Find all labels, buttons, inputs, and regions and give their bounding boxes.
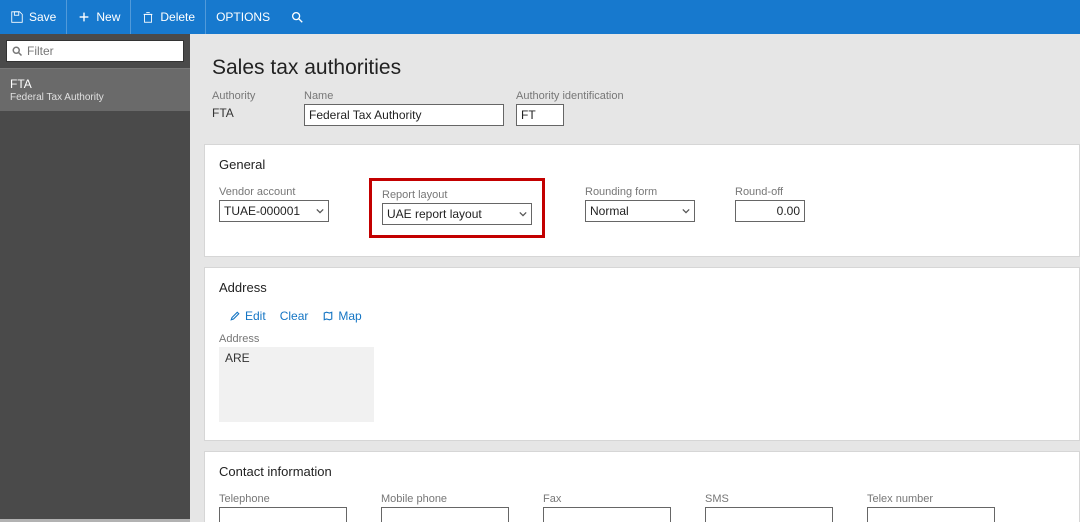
save-icon [10, 10, 24, 24]
general-card: General Vendor account TUAE-000001 Repor… [204, 144, 1080, 257]
vendor-label: Vendor account [219, 186, 329, 198]
address-card: Address Edit Clear Map Address ARE [204, 267, 1080, 441]
sms-input[interactable] [705, 507, 833, 522]
contact-title: Contact information [219, 464, 1065, 479]
chevron-down-icon [316, 207, 324, 215]
id-label: Authority identification [516, 90, 624, 102]
report-select[interactable]: UAE report layout [382, 203, 532, 225]
map-link[interactable]: Map [322, 309, 361, 323]
clear-link[interactable]: Clear [280, 309, 309, 323]
address-textarea[interactable]: ARE [219, 347, 374, 422]
mobile-label: Mobile phone [381, 493, 509, 505]
sidebar-item-name: Federal Tax Authority [10, 92, 180, 103]
options-label: OPTIONS [216, 10, 270, 24]
roundoff-label: Round-off [735, 186, 805, 198]
name-input[interactable] [304, 104, 504, 126]
save-button[interactable]: Save [0, 0, 67, 34]
trash-icon [141, 10, 155, 24]
fax-label: Fax [543, 493, 671, 505]
pencil-icon [229, 310, 241, 322]
delete-label: Delete [160, 10, 195, 24]
vendor-value: TUAE-000001 [224, 204, 300, 218]
roundoff-input[interactable] [735, 200, 805, 222]
plus-icon [77, 10, 91, 24]
general-title: General [219, 157, 1065, 172]
report-value: UAE report layout [387, 207, 482, 221]
sms-label: SMS [705, 493, 833, 505]
rounding-form-label: Rounding form [585, 186, 695, 198]
mobile-input[interactable] [381, 507, 509, 522]
search-icon [290, 10, 304, 24]
options-button[interactable]: OPTIONS [206, 0, 280, 34]
map-icon [322, 310, 334, 322]
address-title: Address [219, 280, 1065, 295]
name-label: Name [304, 90, 504, 102]
chevron-down-icon [682, 207, 690, 215]
edit-link[interactable]: Edit [229, 309, 266, 323]
filter-placeholder: Filter [27, 44, 54, 58]
rounding-form-select[interactable]: Normal [585, 200, 695, 222]
appbar-search-button[interactable] [280, 0, 314, 34]
vendor-select[interactable]: TUAE-000001 [219, 200, 329, 222]
authority-label: Authority [212, 90, 292, 102]
telex-input[interactable] [867, 507, 995, 522]
search-icon [11, 45, 23, 57]
authority-value: FTA [212, 104, 292, 120]
clear-label: Clear [280, 309, 309, 323]
address-label: Address [219, 333, 1065, 345]
contact-card: Contact information Telephone Mobile pho… [204, 451, 1080, 522]
telephone-label: Telephone [219, 493, 347, 505]
telex-label: Telex number [867, 493, 995, 505]
sidebar-item-fta[interactable]: FTA Federal Tax Authority [0, 69, 190, 111]
id-input[interactable] [516, 104, 564, 126]
edit-label: Edit [245, 309, 266, 323]
chevron-down-icon [519, 210, 527, 218]
report-highlight: Report layout UAE report layout [369, 178, 545, 238]
map-label: Map [338, 309, 361, 323]
new-label: New [96, 10, 120, 24]
rounding-form-value: Normal [590, 204, 629, 218]
page-title: Sales tax authorities [190, 34, 1080, 90]
report-label: Report layout [382, 189, 532, 201]
fax-input[interactable] [543, 507, 671, 522]
telephone-input[interactable] [219, 507, 347, 522]
filter-input[interactable]: Filter [6, 40, 184, 62]
delete-button[interactable]: Delete [131, 0, 206, 34]
sidebar-item-code: FTA [10, 77, 180, 91]
sidebar: Filter FTA Federal Tax Authority [0, 34, 190, 522]
save-label: Save [29, 10, 56, 24]
new-button[interactable]: New [67, 0, 131, 34]
